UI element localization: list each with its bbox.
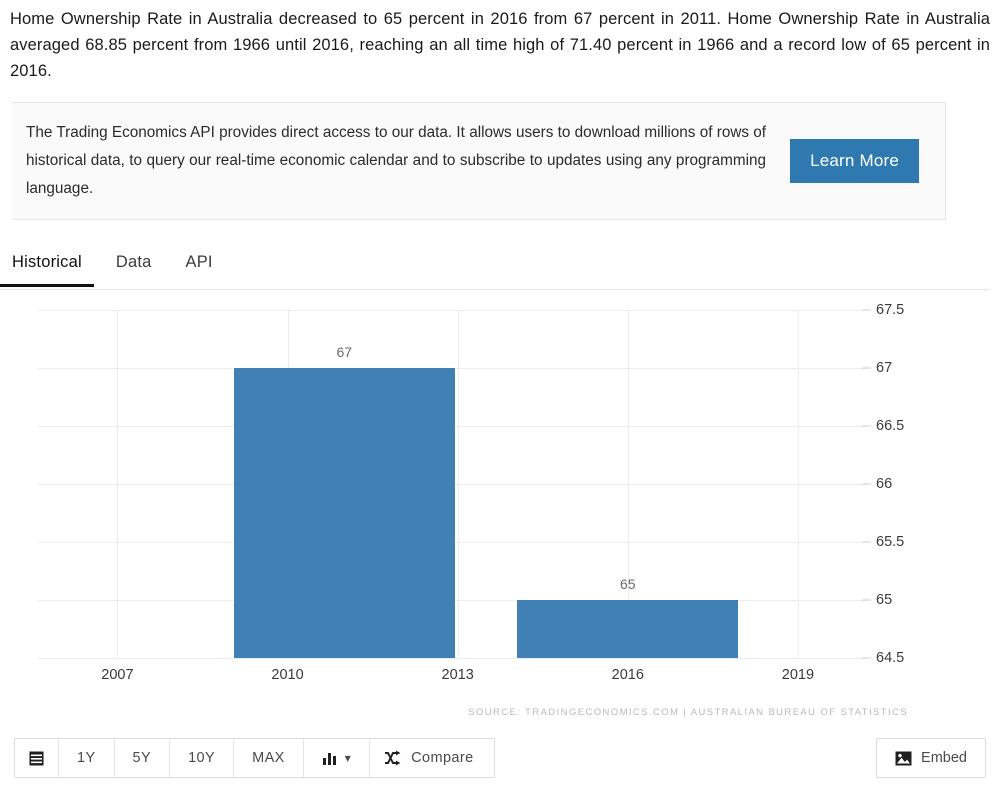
- x-gridline: [117, 310, 119, 658]
- x-axis-label: 2016: [611, 667, 644, 683]
- x-gridline: [797, 310, 799, 658]
- api-promo-text: The Trading Economics API provides direc…: [26, 124, 767, 197]
- y-tick-mark: [862, 541, 871, 543]
- compare-label: Compare: [411, 750, 474, 766]
- shuffle-icon: [384, 750, 402, 766]
- range-10y-button[interactable]: 10Y: [170, 739, 235, 777]
- bar-value-label: 65: [620, 576, 636, 592]
- chart-area: 67 65 67.5 67 66.5 66 65.5 65 64.5 2007 2010 2013 2…: [0, 295, 1000, 735]
- y-gridline: [38, 658, 866, 659]
- chart-bar[interactable]: [233, 368, 455, 658]
- image-icon: [895, 751, 912, 766]
- chart-type-caret-icon: ▾: [344, 751, 352, 765]
- y-tick-mark: [862, 309, 871, 311]
- range-5y-button[interactable]: 5Y: [114, 739, 171, 777]
- y-tick-mark: [862, 599, 871, 601]
- range-max-button[interactable]: MAX: [234, 739, 304, 777]
- page-intro-text: Home Ownership Rate in Australia decreas…: [10, 10, 990, 80]
- bar-value-label: 67: [336, 344, 353, 360]
- tab-data[interactable]: Data: [116, 245, 152, 286]
- chart-tabs: Historical Data API: [0, 245, 990, 290]
- y-tick-mark: [862, 367, 871, 369]
- y-axis-label: 65: [876, 592, 893, 608]
- y-tick-mark: [862, 657, 871, 659]
- chart-type-dropdown[interactable]: ▾: [303, 739, 371, 777]
- y-axis-label: 67: [876, 360, 893, 376]
- api-promo-box: The Trading Economics API provides direc…: [12, 102, 946, 220]
- learn-more-button[interactable]: Learn More: [790, 139, 919, 183]
- y-axis-label: 64.5: [876, 650, 905, 666]
- trading-economics-page: Home Ownership Rate in Australia decreas…: [0, 0, 1000, 802]
- bar-chart-icon: [322, 751, 338, 766]
- x-axis-label: 2007: [101, 667, 134, 683]
- calendar-icon: [28, 750, 45, 767]
- chart-plot: 67 65: [38, 310, 866, 659]
- x-axis-label: 2010: [271, 667, 304, 683]
- embed-button[interactable]: Embed: [876, 738, 986, 778]
- tab-api[interactable]: API: [186, 245, 213, 286]
- x-axis-label: 2019: [781, 667, 815, 683]
- y-tick-mark: [862, 425, 871, 427]
- chart-source-note: SOURCE: TRADINGECONOMICS.COM | AUSTRALIA…: [468, 707, 908, 718]
- x-gridline: [457, 310, 459, 658]
- y-axis-label: 67.5: [876, 302, 905, 318]
- y-axis-label: 65.5: [876, 534, 905, 550]
- y-tick-mark: [862, 483, 871, 485]
- x-axis-label: 2013: [441, 667, 474, 683]
- y-axis-label: 66.5: [876, 418, 905, 434]
- chart-bar[interactable]: [517, 600, 739, 658]
- y-gridline: [38, 310, 866, 311]
- embed-label: Embed: [921, 750, 967, 766]
- y-axis-label: 66: [876, 476, 893, 492]
- range-1y-button[interactable]: 1Y: [59, 739, 115, 777]
- chart-toolbar: 1Y 5Y 10Y MAX ▾ Compare: [14, 738, 495, 778]
- compare-button[interactable]: Compare: [370, 739, 494, 777]
- tab-historical[interactable]: Historical: [0, 245, 94, 287]
- calendar-range-button[interactable]: [15, 739, 59, 777]
